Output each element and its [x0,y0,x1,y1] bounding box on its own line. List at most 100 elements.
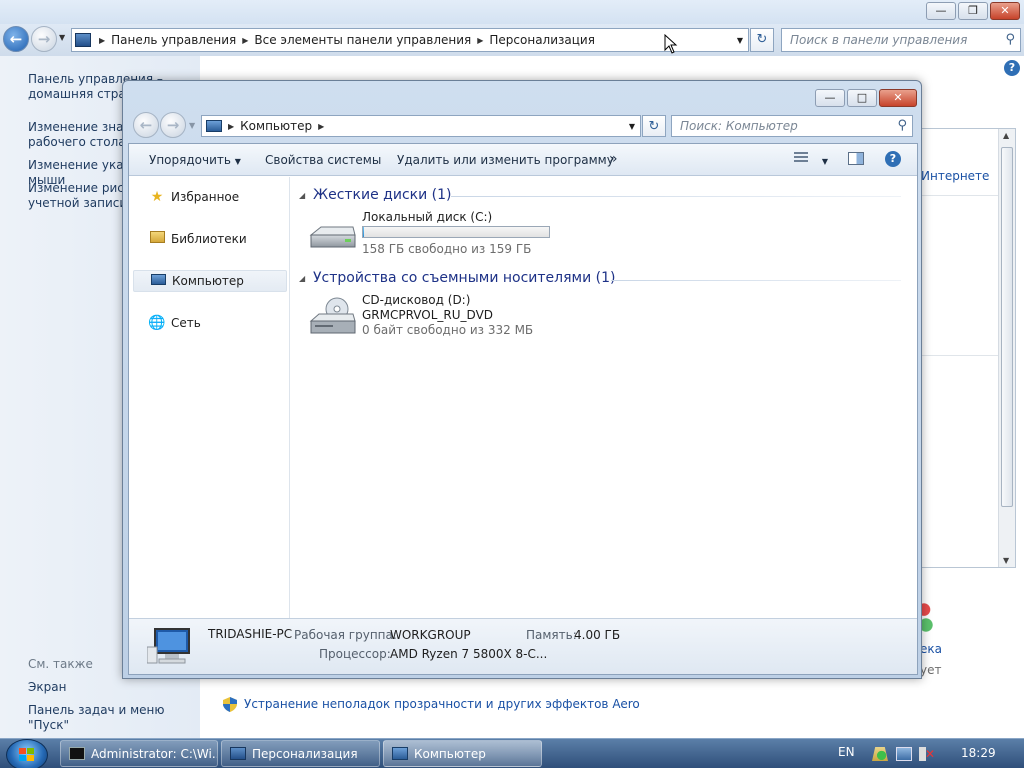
sound-link-fragment[interactable]: ека [920,642,942,656]
sidebar-item-label: Библиотеки [171,232,247,246]
search-icon[interactable]: ⚲ [897,118,907,133]
history-dropdown-icon[interactable]: ▼ [189,121,195,130]
organize-button[interactable]: Упорядочить ▼ [149,153,241,167]
taskbar-button-label: Administrator: C:\Wi... [91,746,218,761]
address-dropdown-icon[interactable]: ▼ [629,122,635,131]
close-button[interactable]: ✕ [879,89,917,107]
preview-pane-icon[interactable] [848,152,864,165]
computer-icon [148,273,168,289]
local-disk-c-item[interactable]: Локальный диск (C:) 158 ГБ свободно из 1… [305,210,555,261]
cd-drive-d-item[interactable]: CD-дисковод (D:) GRMCPRVOL_RU_DVD 0 байт… [305,293,555,345]
breadcrumb-arrow-icon[interactable]: ▶ [242,36,248,45]
sidebar-item-network[interactable]: 🌐 Сеть [133,312,287,334]
minimize-button[interactable]: — [815,89,845,107]
minimize-button[interactable]: — [926,2,956,20]
details-pane: TRIDASHIE-PC Рабочая группа: WORKGROUP П… [129,618,917,674]
drive-name: Локальный диск (C:) [362,210,493,224]
language-indicator[interactable]: EN [838,745,855,759]
computer-explorer-window: — □ ✕ ← → ▼ ▶ Компьютер ▶ ▼ ↻ Поиск: Ком… [122,80,922,679]
refresh-button[interactable]: ↻ [750,28,774,52]
display-link[interactable]: Экран [28,680,198,695]
taskbar-button-label: Компьютер [414,746,486,761]
taskbar-button-cmd[interactable]: Administrator: C:\Wi... [60,740,218,767]
scrollbar-thumb[interactable] [1001,147,1013,507]
action-center-icon[interactable] [872,747,888,761]
forward-button[interactable]: → [31,26,57,52]
system-properties-button[interactable]: Свойства системы [265,153,381,167]
refresh-button[interactable]: ↻ [642,115,666,137]
network-icon[interactable] [896,747,912,761]
history-dropdown-icon[interactable]: ▼ [59,33,65,42]
sidebar-item-libraries[interactable]: Библиотеки [133,228,287,250]
scroll-up-icon[interactable]: ▲ [1003,131,1009,140]
chevron-down-icon: ▼ [234,157,241,166]
back-button[interactable]: ← [3,26,29,52]
breadcrumb-item[interactable]: Компьютер [240,119,312,133]
start-button[interactable] [6,739,48,768]
sidebar-item-label: Компьютер [172,274,244,288]
back-button[interactable]: ← [133,112,159,138]
aero-troubleshoot-link[interactable]: Устранение неполадок прозрачности и друг… [244,697,640,711]
title-bar: — ❐ ✕ [0,0,1024,24]
breadcrumb-arrow-icon[interactable]: ▶ [99,36,105,45]
close-button[interactable]: ✕ [990,2,1020,20]
help-icon[interactable]: ? [885,151,901,167]
maximize-button[interactable]: □ [847,89,877,107]
change-view-icon[interactable]: ▼ [794,152,828,167]
sidebar-item-label: Избранное [171,190,240,204]
address-bar[interactable]: ▶ Компьютер ▶ ▼ [201,115,641,137]
more-commands-button[interactable]: » [609,151,618,167]
library-icon [147,231,167,247]
breadcrumb-item[interactable]: Все элементы панели управления [254,33,471,47]
collapse-group-icon[interactable]: ◢ [299,191,305,200]
search-icon[interactable]: ⚲ [1005,32,1015,47]
control-panel-icon [230,747,246,760]
drive-volume-label: GRMCPRVOL_RU_DVD [362,308,494,322]
group-divider [451,196,901,197]
restore-button[interactable]: ❐ [958,2,988,20]
scrollbar[interactable]: ▲ ▼ [998,129,1015,567]
memory-label: Память: [526,628,577,642]
uninstall-program-button[interactable]: Удалить или изменить программу [397,153,614,167]
theme-list[interactable]: Интернете ▲ ▼ [918,128,1016,568]
breadcrumb-arrow-icon[interactable]: ▶ [477,36,483,45]
breadcrumb-item[interactable]: Персонализация [489,33,595,47]
forward-button[interactable]: → [160,112,186,138]
search-input[interactable]: Поиск в панели управления ⚲ [781,28,1021,52]
volume-muted-icon[interactable]: ✕ [919,747,935,761]
divider [919,355,999,356]
hard-disks-group-header[interactable]: Жесткие диски (1) [313,187,451,203]
workgroup-label: Рабочая группа: [294,628,397,642]
address-bar[interactable]: ▶ Панель управления ▶ Все элементы панел… [71,28,749,52]
hard-drive-icon [309,226,356,248]
sidebar-item-computer[interactable]: Компьютер [133,270,287,292]
clock[interactable]: 18:29 [961,746,996,760]
breadcrumb-arrow-icon[interactable]: ▶ [228,122,234,131]
cd-drive-icon [309,297,356,334]
capacity-bar [362,226,550,238]
shield-icon [223,697,237,712]
workgroup-value: WORKGROUP [390,628,471,642]
computer-icon [147,628,190,664]
divider [919,195,999,196]
network-icon: 🌐 [148,315,166,331]
memory-value: 4.00 ГБ [574,628,621,642]
removable-devices-group-header[interactable]: Устройства со съемными носителями (1) [313,270,615,286]
taskbar-button-computer[interactable]: Компьютер [383,740,542,767]
address-dropdown-icon[interactable]: ▼ [737,36,743,45]
scroll-down-icon[interactable]: ▼ [1003,556,1009,565]
breadcrumb-arrow-icon[interactable]: ▶ [318,122,324,131]
search-placeholder: Поиск в панели управления [790,33,968,47]
search-placeholder: Поиск: Компьютер [680,119,798,133]
search-input[interactable]: Поиск: Компьютер ⚲ [671,115,913,137]
collapse-group-icon[interactable]: ◢ [299,274,305,283]
mouse-cursor-icon [664,34,678,54]
breadcrumb-item[interactable]: Панель управления [111,33,236,47]
sidebar-item-favorites[interactable]: ★ Избранное [133,186,287,208]
control-panel-icon [75,33,91,47]
navigation-bar: ← → ▼ ▶ Панель управления ▶ Все элементы… [0,24,1024,56]
internet-themes-link[interactable]: Интернете [921,169,989,183]
taskbar-start-menu-link[interactable]: Панель задач и меню "Пуск" [28,703,198,733]
taskbar-button-personalization[interactable]: Персонализация [221,740,380,767]
help-icon[interactable]: ? [1004,60,1020,76]
